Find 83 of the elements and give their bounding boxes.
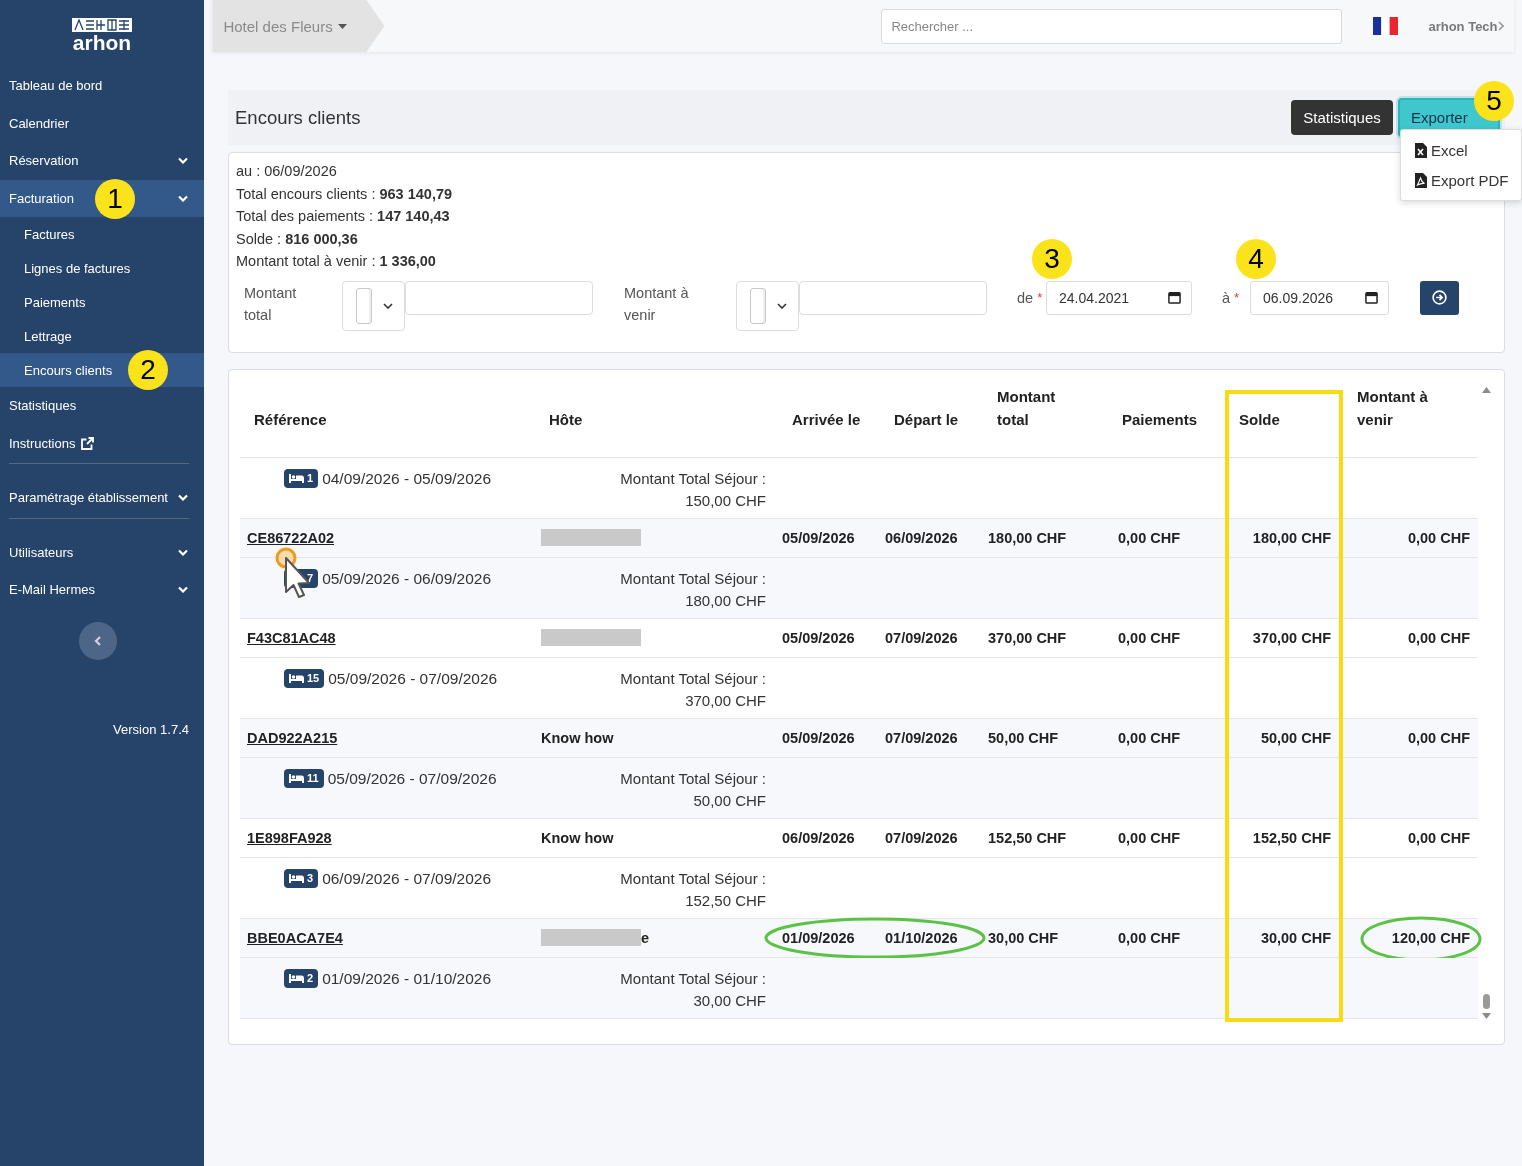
table-cell: 0,00 CHF	[1118, 829, 1181, 846]
table-cell: 0,00 CHF	[1407, 629, 1470, 646]
callout-tooltip: 3	[1032, 238, 1072, 279]
stay-total-label: Montant Total Séjour :	[620, 468, 766, 489]
logo-text: arhon	[72, 33, 132, 53]
column-header: Montant total	[997, 386, 1057, 430]
callout-tooltip: 5	[1474, 81, 1514, 121]
callout-tooltip: 4	[1236, 238, 1276, 279]
table-cell: 0,00 CHF	[1407, 829, 1470, 846]
table-cell: 05/09/2026	[782, 529, 855, 546]
table-cell: 0,00 CHF	[1118, 629, 1181, 646]
host-name: Know how	[541, 729, 614, 746]
room-number: 7	[307, 572, 314, 584]
table-cell: 180,00 CHF	[1252, 529, 1331, 546]
table-cell: 152,50 CHF	[1252, 829, 1331, 846]
table-cell: 0,00 CHF	[1118, 729, 1181, 746]
summary-line: Total encours clients : 963 140,79	[236, 184, 453, 204]
date-label: à	[1222, 289, 1231, 306]
column-header: Référence	[254, 409, 327, 430]
table-cell: 30,00 CHF	[988, 929, 1059, 946]
table-cell: 0,00 CHF	[1118, 529, 1181, 546]
table-cell: 07/09/2026	[885, 629, 958, 646]
room-number: 2	[307, 972, 314, 984]
room-number: 15	[307, 672, 320, 684]
stay-dates: 05/09/2026 - 07/09/2026	[327, 768, 497, 789]
table-cell: 0,00 CHF	[1407, 529, 1470, 546]
table-cell: 07/09/2026	[885, 829, 958, 846]
column-header: Paiements	[1122, 409, 1198, 430]
callout-tooltip: 2	[128, 350, 168, 390]
stay-total-label: Montant Total Séjour :	[620, 568, 766, 589]
table-cell: 30,00 CHF	[1260, 929, 1331, 946]
stay-total-amount: 30,00 CHF	[693, 990, 766, 1011]
stay-dates: 06/09/2026 - 07/09/2026	[322, 868, 492, 889]
table-cell: 05/09/2026	[782, 729, 855, 746]
filter-label: Montant total	[244, 283, 298, 325]
stay-dates: 05/09/2026 - 07/09/2026	[328, 668, 498, 689]
host-name: Know how	[541, 829, 614, 846]
table-cell: 152,50 CHF	[988, 829, 1067, 846]
table-cell: 120,00 CHF	[1391, 929, 1470, 946]
table-cell: 50,00 CHF	[1260, 729, 1331, 746]
room-number: 11	[307, 772, 319, 784]
table-cell: 50,00 CHF	[988, 729, 1059, 746]
table-cell: 06/09/2026	[885, 529, 958, 546]
stay-total-label: Montant Total Séjour :	[620, 968, 766, 989]
table-cell: 180,00 CHF	[988, 529, 1067, 546]
table-cell: 01/10/2026	[885, 929, 958, 946]
host-name-fragment: e	[641, 929, 650, 946]
stay-total-amount: 50,00 CHF	[693, 790, 766, 811]
stay-total-amount: 152,50 CHF	[685, 890, 766, 911]
table-cell: 07/09/2026	[885, 729, 958, 746]
stay-total-label: Montant Total Séjour :	[620, 668, 766, 689]
stay-dates: 01/09/2026 - 01/10/2026	[322, 968, 492, 989]
stay-dates: 05/09/2026 - 06/09/2026	[322, 568, 492, 589]
table-cell: 370,00 CHF	[1252, 629, 1331, 646]
stay-total-amount: 180,00 CHF	[685, 590, 766, 611]
summary-line: Solde : 816 000,36	[236, 229, 358, 249]
required-mark: *	[1234, 290, 1240, 305]
room-number: 1	[307, 472, 314, 484]
filter-label: Montant à venir	[624, 283, 690, 325]
version-label: Version 1.7.4	[112, 721, 190, 737]
summary-line: au : 06/09/2026	[236, 162, 337, 181]
summary-line: Montant total à venir : 1 336,00	[236, 252, 436, 271]
table-cell: 370,00 CHF	[988, 629, 1067, 646]
page-title: Encours clients	[235, 106, 361, 129]
stay-total-amount: 370,00 CHF	[685, 690, 766, 711]
table-cell: 01/09/2026	[782, 929, 855, 946]
room-number: 3	[307, 872, 314, 884]
column-header: Départ le	[894, 409, 959, 430]
summary-line: Total des paiements : 147 140,43	[236, 207, 450, 226]
stay-total-amount: 150,00 CHF	[685, 490, 766, 511]
stay-dates: 04/09/2026 - 05/09/2026	[322, 468, 492, 489]
column-header: Arrivée le	[792, 409, 861, 430]
table-cell: 0,00 CHF	[1407, 729, 1470, 746]
column-header: Hôte	[549, 409, 583, 430]
stay-total-label: Montant Total Séjour :	[620, 768, 766, 789]
table-cell: 0,00 CHF	[1118, 929, 1181, 946]
required-mark: *	[1037, 290, 1043, 305]
table-cell: 06/09/2026	[782, 829, 855, 846]
column-header: Solde	[1239, 409, 1280, 430]
date-label: de	[1017, 289, 1034, 306]
table-cell: 05/09/2026	[782, 629, 855, 646]
column-header: Montant à venir	[1357, 386, 1429, 430]
stay-total-label: Montant Total Séjour :	[620, 868, 766, 889]
